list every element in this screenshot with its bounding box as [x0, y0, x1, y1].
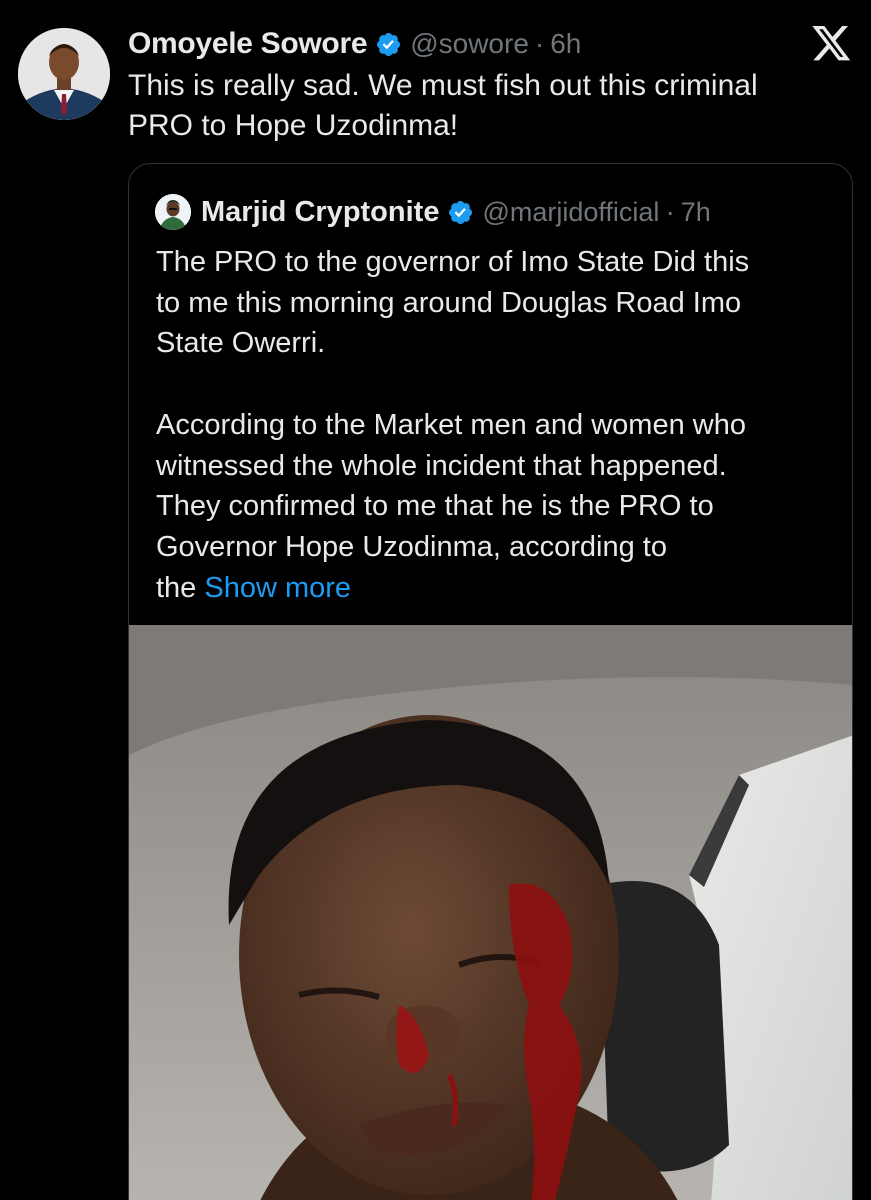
x-logo-icon[interactable]	[812, 26, 852, 62]
quoted-author-handle[interactable]: @marjidofficial	[482, 197, 659, 228]
tweet-screen: Omoyele Sowore @sowore · 6h This is real…	[0, 0, 871, 1200]
quoted-text-line: State Owerri.	[156, 327, 326, 360]
quoted-author-avatar-image	[155, 194, 191, 230]
quoted-tweet-text: The PRO to the governor of Imo State Did…	[156, 242, 836, 608]
tweet-header: Omoyele Sowore @sowore · 6h	[128, 26, 581, 62]
verified-badge-icon	[449, 200, 473, 224]
quoted-text-fragment: the	[156, 571, 205, 604]
quoted-text-line: to me this morning around Douglas Road I…	[156, 286, 742, 319]
quoted-text-line: The PRO to the governor of Imo State Did…	[156, 246, 750, 278]
author-name[interactable]: Omoyele Sowore	[128, 27, 368, 61]
tweet-timestamp[interactable]: 6h	[550, 28, 581, 60]
verified-badge-icon	[377, 32, 401, 56]
quoted-text-line: witnessed the whole incident that happen…	[156, 449, 727, 482]
quoted-tweet-header: Marjid Cryptonite @marjidofficial · 7h	[155, 194, 711, 230]
quoted-tweet-media[interactable]	[129, 625, 852, 1200]
quoted-text-line: Governor Hope Uzodinma, according to	[156, 530, 667, 563]
quoted-author-avatar[interactable]	[155, 194, 191, 230]
tweet-text-line: This is really sad. We must fish out thi…	[128, 69, 758, 102]
author-avatar[interactable]	[18, 28, 110, 120]
meta-separator: ·	[665, 196, 675, 227]
quoted-tweet-timestamp[interactable]: 7h	[681, 197, 711, 228]
quoted-tweet-card[interactable]: Marjid Cryptonite @marjidofficial · 7h T…	[128, 163, 853, 1200]
tweet-text: This is really sad. We must fish out thi…	[128, 66, 828, 146]
tweet-text-line: PRO to Hope Uzodinma!	[128, 109, 459, 142]
meta-separator: ·	[534, 28, 545, 59]
quoted-author-name[interactable]: Marjid Cryptonite	[201, 196, 439, 229]
author-handle[interactable]: @sowore	[410, 28, 529, 60]
quoted-text-last-line: the Show more	[156, 568, 836, 609]
author-avatar-image	[18, 28, 110, 120]
show-more-link[interactable]: Show more	[204, 572, 351, 604]
media-photo	[129, 625, 852, 1200]
quoted-text-line: According to the Market men and women wh…	[156, 408, 746, 441]
quoted-text-line: They confirmed to me that he is the PRO …	[156, 490, 714, 523]
